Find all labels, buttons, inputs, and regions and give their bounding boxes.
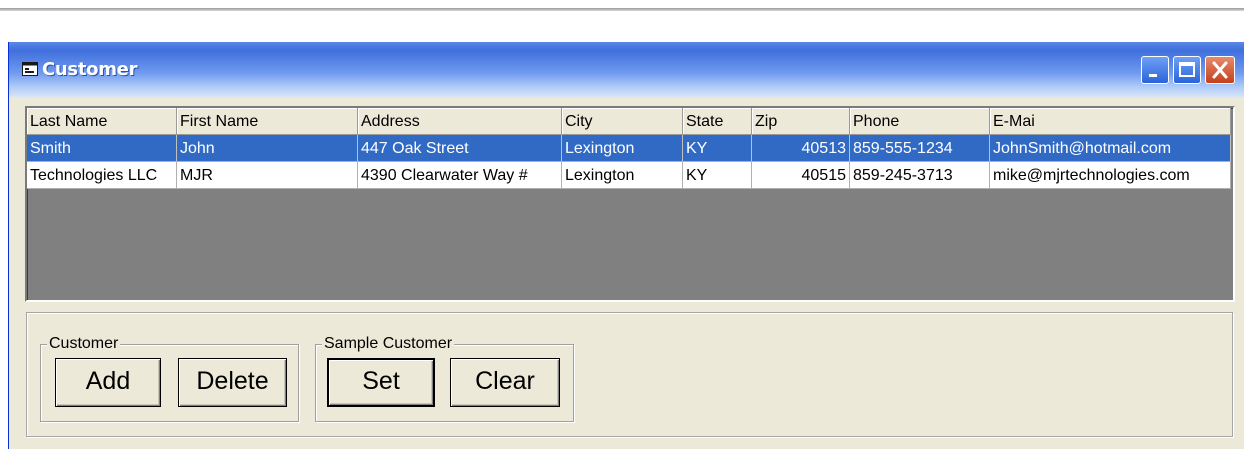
window-title: Customer xyxy=(42,59,138,80)
column-header[interactable]: Last Name xyxy=(27,108,177,135)
table-row[interactable]: Technologies LLC MJR 4390 Clearwater Way #… xyxy=(27,162,1231,189)
table-cell[interactable]: Lexington xyxy=(562,135,683,162)
maximize-button[interactable] xyxy=(1173,56,1201,84)
grid-header-row: Last Name First Name Address City State Zip Ph… xyxy=(27,108,1231,135)
table-cell[interactable]: John xyxy=(177,135,358,162)
table-cell[interactable]: MJR xyxy=(177,162,358,189)
top-divider xyxy=(0,8,1244,11)
column-header[interactable]: Zip xyxy=(752,108,850,135)
table-cell[interactable]: 859-555-1234 xyxy=(850,135,990,162)
minimize-button[interactable] xyxy=(1141,56,1169,84)
customer-group-label: Customer xyxy=(47,335,121,353)
column-header[interactable]: State xyxy=(683,108,752,135)
column-header[interactable]: First Name xyxy=(177,108,358,135)
close-icon xyxy=(1212,61,1228,79)
minimize-icon xyxy=(1149,74,1157,77)
column-header[interactable]: Phone xyxy=(850,108,990,135)
table-cell[interactable]: 40515 xyxy=(752,162,850,189)
table-cell[interactable]: Smith xyxy=(27,135,177,162)
maximize-icon xyxy=(1179,62,1195,77)
column-header[interactable]: City xyxy=(562,108,683,135)
set-button[interactable]: Set xyxy=(327,358,435,407)
table-cell[interactable]: KY xyxy=(683,162,752,189)
table-cell[interactable]: KY xyxy=(683,135,752,162)
customer-grid[interactable]: Last Name First Name Address City State Zip Ph… xyxy=(25,106,1235,302)
add-button[interactable]: Add xyxy=(55,358,161,407)
title-bar[interactable]: Customer xyxy=(9,42,1244,98)
column-header[interactable]: Address xyxy=(358,108,562,135)
table-cell[interactable]: Technologies LLC xyxy=(27,162,177,189)
customer-group: Customer Add Delete xyxy=(40,335,299,422)
customer-window: Customer Last Name First Name Address City S… xyxy=(8,42,1244,449)
table-cell[interactable]: mike@mjrtechnologies.com xyxy=(990,162,1231,189)
table-cell[interactable]: 447 Oak Street xyxy=(358,135,562,162)
column-header[interactable]: E-Mai xyxy=(990,108,1231,135)
form-window-icon xyxy=(22,62,38,76)
table-cell[interactable]: 40513 xyxy=(752,135,850,162)
table-cell[interactable]: Lexington xyxy=(562,162,683,189)
table-row[interactable]: Smith John 447 Oak Street Lexington KY 40513 8… xyxy=(27,135,1231,162)
actions-panel: Customer Add Delete Sample Customer Set … xyxy=(26,312,1233,437)
sample-customer-group-label: Sample Customer xyxy=(322,335,455,353)
clear-button[interactable]: Clear xyxy=(450,358,560,407)
table-cell[interactable]: 4390 Clearwater Way # xyxy=(358,162,562,189)
sample-customer-group: Sample Customer Set Clear xyxy=(315,335,574,422)
close-button[interactable] xyxy=(1205,56,1235,84)
delete-button[interactable]: Delete xyxy=(178,358,287,407)
table-cell[interactable]: JohnSmith@hotmail.com xyxy=(990,135,1231,162)
table-cell[interactable]: 859-245-3713 xyxy=(850,162,990,189)
